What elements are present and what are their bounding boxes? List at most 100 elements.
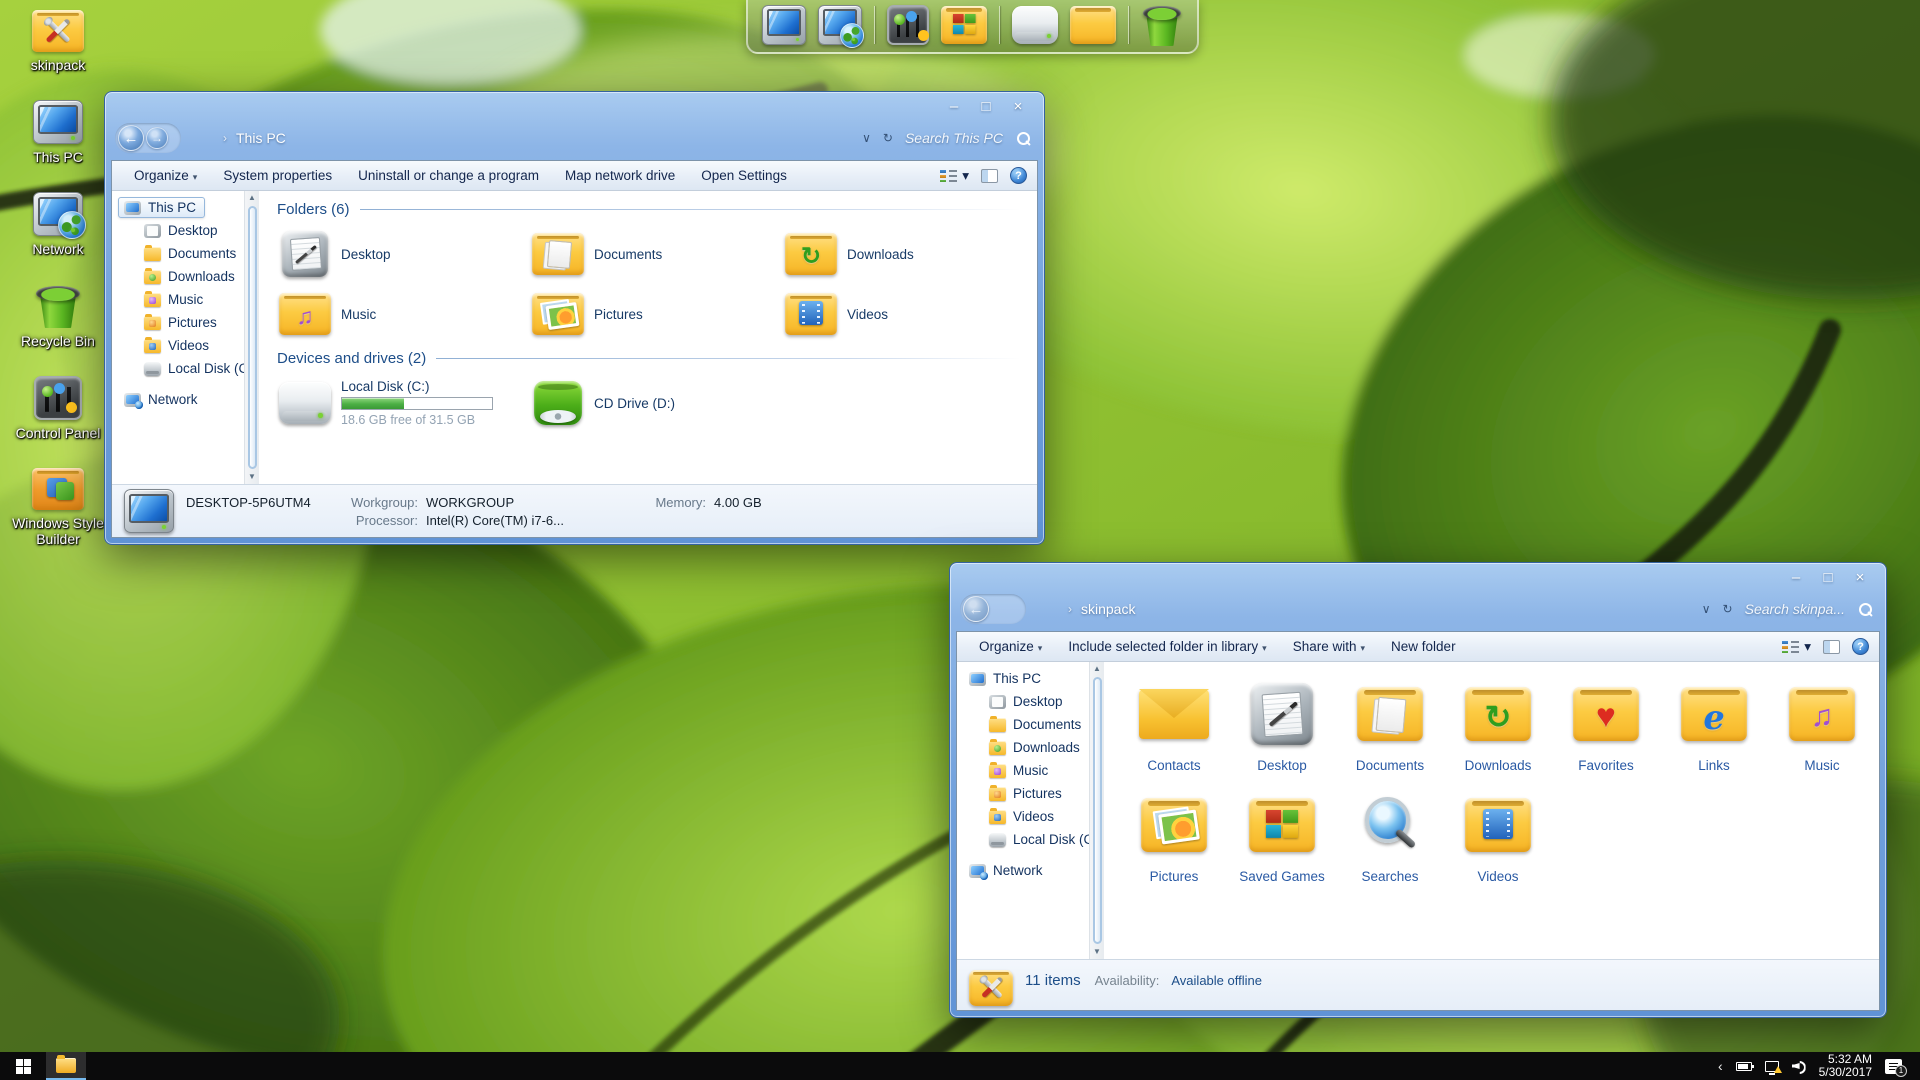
- folder-tile[interactable]: Documents: [530, 228, 783, 280]
- desktop-icon-skinpack[interactable]: skinpack: [12, 10, 104, 73]
- sidebar-item[interactable]: Downloads: [112, 265, 244, 288]
- sidebar-item[interactable]: Desktop: [957, 690, 1089, 713]
- search-icon[interactable]: [1859, 603, 1872, 616]
- refresh-icon[interactable]: ↻: [883, 131, 893, 145]
- refresh-icon[interactable]: ↻: [1723, 602, 1733, 616]
- file-tile[interactable]: Downloads: [1446, 674, 1550, 773]
- views-button[interactable]: ▾: [1782, 639, 1811, 655]
- sidebar-item[interactable]: Desktop: [112, 219, 244, 242]
- sidebar-item[interactable]: Downloads: [957, 736, 1089, 759]
- dock-recycle-bin-icon[interactable]: [1141, 4, 1183, 46]
- start-button[interactable]: [0, 1052, 46, 1080]
- search-icon[interactable]: [1017, 132, 1030, 145]
- sidebar-item[interactable]: Local Disk (C:): [112, 357, 244, 380]
- maximize-button[interactable]: □: [1812, 569, 1844, 586]
- scrollbar-thumb[interactable]: [1093, 677, 1102, 944]
- back-button[interactable]: ←: [963, 596, 989, 622]
- folder-tile[interactable]: Downloads: [783, 228, 1036, 280]
- new-folder-button[interactable]: New folder: [1391, 639, 1456, 654]
- back-button[interactable]: ←: [118, 125, 144, 151]
- command-bar-item[interactable]: Map network drive: [565, 168, 675, 183]
- close-button[interactable]: ×: [1844, 569, 1876, 586]
- scroll-down-icon[interactable]: ▼: [1093, 946, 1101, 958]
- desktop-icon-recycle-bin[interactable]: Recycle Bin: [12, 284, 104, 349]
- dock-control-panel-icon[interactable]: [887, 5, 929, 45]
- help-icon[interactable]: ?: [1010, 167, 1027, 184]
- minimize-button[interactable]: –: [1780, 569, 1812, 586]
- sidebar-scrollbar[interactable]: ▲ ▼: [1089, 662, 1104, 959]
- file-tile[interactable]: Pictures: [1122, 785, 1226, 884]
- search-input[interactable]: Search skinpa...: [1745, 601, 1845, 617]
- command-bar-item[interactable]: Uninstall or change a program: [358, 168, 539, 183]
- hidden-icons-chevron[interactable]: ‹: [1718, 1058, 1723, 1074]
- preview-pane-icon[interactable]: [1823, 640, 1840, 654]
- cd-drive-tile[interactable]: CD Drive (D:): [530, 377, 783, 429]
- sidebar-scrollbar[interactable]: ▲ ▼: [244, 191, 259, 484]
- command-bar-item[interactable]: System properties: [223, 168, 332, 183]
- sidebar-item[interactable]: Pictures: [112, 311, 244, 334]
- chevron-down-icon[interactable]: ∨: [862, 131, 871, 145]
- scroll-up-icon[interactable]: ▲: [248, 192, 256, 204]
- views-button[interactable]: ▾: [940, 168, 969, 184]
- dock-drive-icon[interactable]: [1012, 6, 1058, 44]
- dock-folder-icon[interactable]: [1070, 6, 1116, 44]
- sidebar-item[interactable]: Local Disk (C:): [957, 828, 1089, 851]
- close-button[interactable]: ×: [1002, 98, 1034, 115]
- breadcrumb[interactable]: › skinpack: [1068, 601, 1135, 617]
- action-center-icon[interactable]: 1: [1885, 1059, 1902, 1074]
- file-tile[interactable]: Videos: [1446, 785, 1550, 884]
- sidebar-item[interactable]: Network: [112, 380, 244, 411]
- battery-icon[interactable]: [1736, 1062, 1752, 1071]
- file-tile[interactable]: Documents: [1338, 674, 1442, 773]
- file-tile[interactable]: Music: [1770, 674, 1874, 773]
- breadcrumb-location[interactable]: skinpack: [1081, 601, 1135, 617]
- scroll-down-icon[interactable]: ▼: [248, 471, 256, 483]
- sidebar-item[interactable]: Pictures: [957, 782, 1089, 805]
- help-icon[interactable]: ?: [1852, 638, 1869, 655]
- sidebar-item[interactable]: This PC: [957, 667, 1089, 690]
- maximize-button[interactable]: □: [970, 98, 1002, 115]
- command-bar-item[interactable]: Open Settings: [701, 168, 787, 183]
- breadcrumb[interactable]: › This PC: [223, 130, 286, 146]
- breadcrumb-location[interactable]: This PC: [236, 130, 286, 146]
- folder-tile[interactable]: Music: [277, 288, 530, 340]
- dock-this-pc-icon[interactable]: [762, 5, 806, 45]
- folder-tile[interactable]: Videos: [783, 288, 1036, 340]
- volume-icon[interactable]: [1792, 1060, 1806, 1072]
- file-tile[interactable]: Contacts: [1122, 674, 1226, 773]
- desktop-icon-this-pc[interactable]: This PC: [12, 100, 104, 165]
- sidebar-item[interactable]: Videos: [112, 334, 244, 357]
- desktop-icon-control-panel[interactable]: Control Panel: [12, 376, 104, 441]
- share-with-menu[interactable]: Share with▾: [1293, 639, 1365, 654]
- sidebar-item[interactable]: Network: [957, 851, 1089, 882]
- file-tile[interactable]: Saved Games: [1230, 785, 1334, 884]
- desktop-icon-network[interactable]: Network: [12, 192, 104, 257]
- network-status-icon[interactable]: [1765, 1061, 1779, 1072]
- organize-menu[interactable]: Organize▾: [134, 168, 197, 183]
- file-tile[interactable]: Links: [1662, 674, 1766, 773]
- local-disk-tile[interactable]: Local Disk (C:) 18.6 GB free of 31.5 GB: [277, 377, 530, 429]
- sidebar-item[interactable]: Videos: [957, 805, 1089, 828]
- dock-saved-games-icon[interactable]: [941, 6, 987, 44]
- taskbar-clock[interactable]: 5:32 AM 5/30/2017: [1819, 1053, 1872, 1079]
- desktop-icon-style-builder[interactable]: Windows Style Builder: [12, 468, 104, 547]
- sidebar-item[interactable]: This PC: [112, 196, 244, 219]
- sidebar-item[interactable]: Documents: [957, 713, 1089, 736]
- file-tile[interactable]: Favorites: [1554, 674, 1658, 773]
- folder-tile[interactable]: Desktop: [277, 228, 530, 280]
- sidebar-item[interactable]: Music: [112, 288, 244, 311]
- forward-button[interactable]: →: [146, 127, 168, 149]
- minimize-button[interactable]: –: [938, 98, 970, 115]
- titlebar[interactable]: – □ ×: [111, 92, 1038, 120]
- organize-menu[interactable]: Organize▾: [979, 639, 1042, 654]
- scrollbar-thumb[interactable]: [248, 206, 257, 469]
- chevron-down-icon[interactable]: ∨: [1702, 602, 1711, 616]
- sidebar-item[interactable]: Documents: [112, 242, 244, 265]
- file-tile[interactable]: Desktop: [1230, 674, 1334, 773]
- search-input[interactable]: Search This PC: [905, 130, 1003, 146]
- taskbar-file-explorer-button[interactable]: [46, 1052, 86, 1080]
- file-tile[interactable]: Searches: [1338, 785, 1442, 884]
- titlebar[interactable]: – □ ×: [956, 563, 1880, 591]
- dock-network-icon[interactable]: [818, 5, 862, 45]
- folder-tile[interactable]: Pictures: [530, 288, 783, 340]
